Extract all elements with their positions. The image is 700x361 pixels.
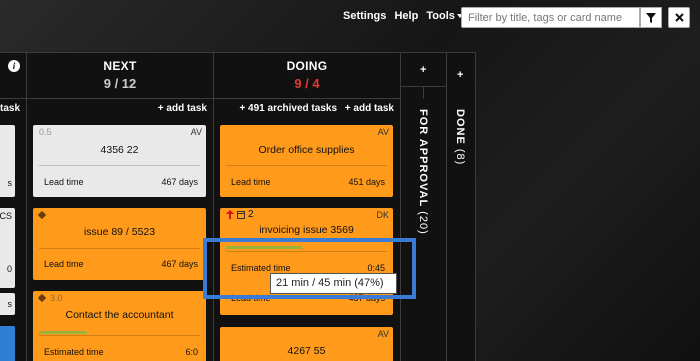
card-title: 4267 55 <box>287 345 326 357</box>
search-input[interactable] <box>461 7 640 28</box>
card-divider <box>39 248 200 249</box>
card-fragment: 0 <box>6 264 12 274</box>
task-card[interactable]: AV 4267 55 <box>220 327 393 361</box>
card-title: 4356 22 <box>100 144 139 156</box>
divider <box>423 87 424 99</box>
card-metric-label: Estimated time <box>44 347 104 357</box>
column-count: (8) <box>454 148 466 166</box>
card-number: 3.0 <box>50 293 63 303</box>
card-number: 0.5 <box>39 127 52 137</box>
priority-arrow-icon <box>226 210 234 219</box>
card-number: 2 <box>248 209 254 220</box>
top-navigation: Settings Help Tools <box>343 10 473 22</box>
card-partial-3[interactable]: s <box>0 293 15 315</box>
clear-filter-button[interactable] <box>668 7 690 28</box>
column-header-partial: i <box>0 53 26 99</box>
task-card[interactable]: AV Order office supplies Lead time 451 d… <box>220 125 393 197</box>
tools-label: Tools <box>426 10 455 22</box>
card-partial-4[interactable] <box>0 326 15 361</box>
column-header-for-approval: + <box>401 53 446 87</box>
add-task-button[interactable]: + add task <box>158 103 207 114</box>
add-task-partial[interactable]: task <box>0 103 20 114</box>
filter-button[interactable] <box>640 7 662 28</box>
card-metric-value: 467 days <box>161 259 198 269</box>
card-divider <box>39 335 200 336</box>
time-tooltip: 21 min / 45 min (47%) <box>270 273 397 294</box>
task-card[interactable]: 0.5 AV 4356 22 Lead time 467 days <box>33 125 206 197</box>
card-title: issue 89 / 5523 <box>83 226 156 238</box>
info-icon[interactable]: i <box>8 60 20 72</box>
column-header-next: NEXT 9 / 12 <box>27 53 213 99</box>
doing-actions: + 491 archived tasks + add task <box>234 103 394 114</box>
card-metric-value: 6:0 <box>185 347 198 357</box>
help-link[interactable]: Help <box>394 10 418 22</box>
card-partial-1[interactable]: s <box>0 125 15 197</box>
card-initials: DK <box>376 210 389 220</box>
card-metric-label: Lead time <box>231 177 271 187</box>
card-initials: AV <box>190 127 202 137</box>
column-header-done: + <box>447 53 476 99</box>
card-fragment: CS <box>0 211 12 221</box>
column-partial-left: i task s CS 0 s <box>0 53 27 361</box>
column-count: (20) <box>417 211 429 235</box>
calendar-icon <box>237 211 245 219</box>
card-fragment: s <box>7 178 13 188</box>
column-header-doing: DOING 9 / 4 <box>214 53 400 99</box>
close-icon <box>674 13 684 22</box>
card-title: Contact the accountant <box>65 309 174 321</box>
column-title: NEXT <box>103 59 137 73</box>
tag-icon <box>37 293 47 303</box>
add-column-button[interactable]: + <box>457 69 463 81</box>
kanban-board: i task s CS 0 s NEXT 9 / 12 + add task 0… <box>0 52 476 361</box>
card-metric-label: Lead time <box>44 177 84 187</box>
card-initials: AV <box>377 329 389 339</box>
column-title-vertical: FOR APPROVAL (20) <box>417 109 429 235</box>
task-card[interactable]: issue 89 / 5523 Lead time 467 days <box>33 208 206 280</box>
card-metric-value: 467 days <box>161 177 198 187</box>
column-title: FOR APPROVAL <box>417 109 429 208</box>
task-card[interactable]: 3.0 Contact the accountant Estimated tim… <box>33 291 206 361</box>
column-done[interactable]: + DONE (8) <box>447 53 476 361</box>
column-doing: DOING 9 / 4 + 491 archived tasks + add t… <box>214 53 401 361</box>
card-divider <box>39 165 200 166</box>
tag-icon <box>37 210 47 220</box>
column-for-approval[interactable]: + FOR APPROVAL (20) <box>401 53 447 361</box>
add-task-button[interactable]: + add task <box>345 103 394 114</box>
card-partial-2[interactable]: CS 0 <box>0 208 15 288</box>
settings-link[interactable]: Settings <box>343 10 386 22</box>
add-column-button[interactable]: + <box>420 64 426 76</box>
card-progress-bar <box>39 331 87 334</box>
column-next: NEXT 9 / 12 + add task 0.5 AV 4356 22 Le… <box>27 53 214 361</box>
card-initials: AV <box>377 127 389 137</box>
card-metric-value: 451 days <box>348 177 385 187</box>
funnel-icon <box>646 12 656 23</box>
column-count: 9 / 12 <box>103 76 137 91</box>
card-divider <box>226 165 387 166</box>
column-title-vertical: DONE (8) <box>454 109 466 165</box>
card-title: Order office supplies <box>258 144 355 156</box>
archived-tasks-link[interactable]: + 491 archived tasks <box>239 103 337 114</box>
column-count: 9 / 4 <box>294 76 320 91</box>
card-metric-label: Lead time <box>44 259 84 269</box>
card-fragment: s <box>7 299 13 309</box>
card-title: invoicing issue 3569 <box>259 224 354 236</box>
column-title: DOING <box>286 59 328 73</box>
column-title: DONE <box>454 109 466 145</box>
